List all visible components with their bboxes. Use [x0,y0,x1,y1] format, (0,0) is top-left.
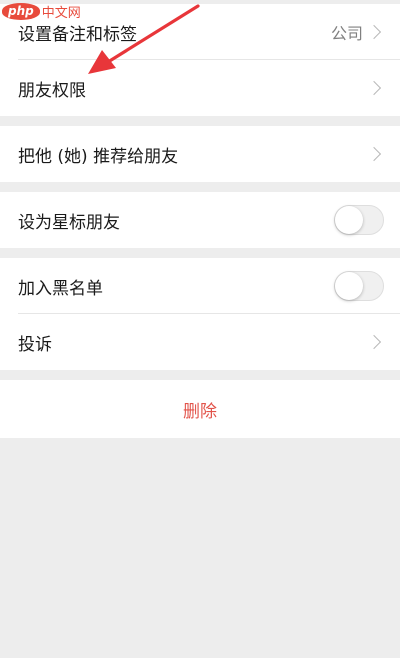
chevron-right-icon [366,24,382,40]
delete-button[interactable]: 删除 [0,380,400,438]
star-friend-label: 设为星标朋友 [18,212,120,233]
add-to-blacklist-label: 加入黑名单 [18,278,103,299]
remarks-value: 公司 [330,24,363,43]
settings-group-delete: 删除 [0,380,400,438]
settings-group-star: 设为星标朋友 [0,192,400,248]
settings-group-block: 加入黑名单 投诉 [0,258,400,370]
add-to-blacklist-row: 加入黑名单 [0,258,400,314]
star-friend-row: 设为星标朋友 [0,192,400,248]
watermark-logo: php 中文网 [2,2,81,21]
recommend-to-friend-label: 把他 (她) 推荐给朋友 [18,146,179,167]
chevron-right-icon [366,80,382,96]
toggle-knob [335,206,363,234]
friend-permissions-row[interactable]: 朋友权限 [0,60,400,116]
delete-label: 删除 [183,401,217,422]
complain-label: 投诉 [18,334,52,355]
recommend-to-friend-row[interactable]: 把他 (她) 推荐给朋友 [0,126,400,182]
star-friend-toggle[interactable] [334,205,384,235]
chevron-right-icon [366,146,382,162]
toggle-knob [335,272,363,300]
blacklist-toggle[interactable] [334,271,384,301]
watermark-text: 中文网 [41,6,81,21]
chevron-right-icon [366,334,382,350]
set-remarks-and-tags-label: 设置备注和标签 [18,24,137,45]
settings-group-recommend: 把他 (她) 推荐给朋友 [0,126,400,182]
friend-permissions-label: 朋友权限 [18,80,86,101]
watermark-php-badge: php [2,3,40,20]
complain-row[interactable]: 投诉 [0,314,400,370]
